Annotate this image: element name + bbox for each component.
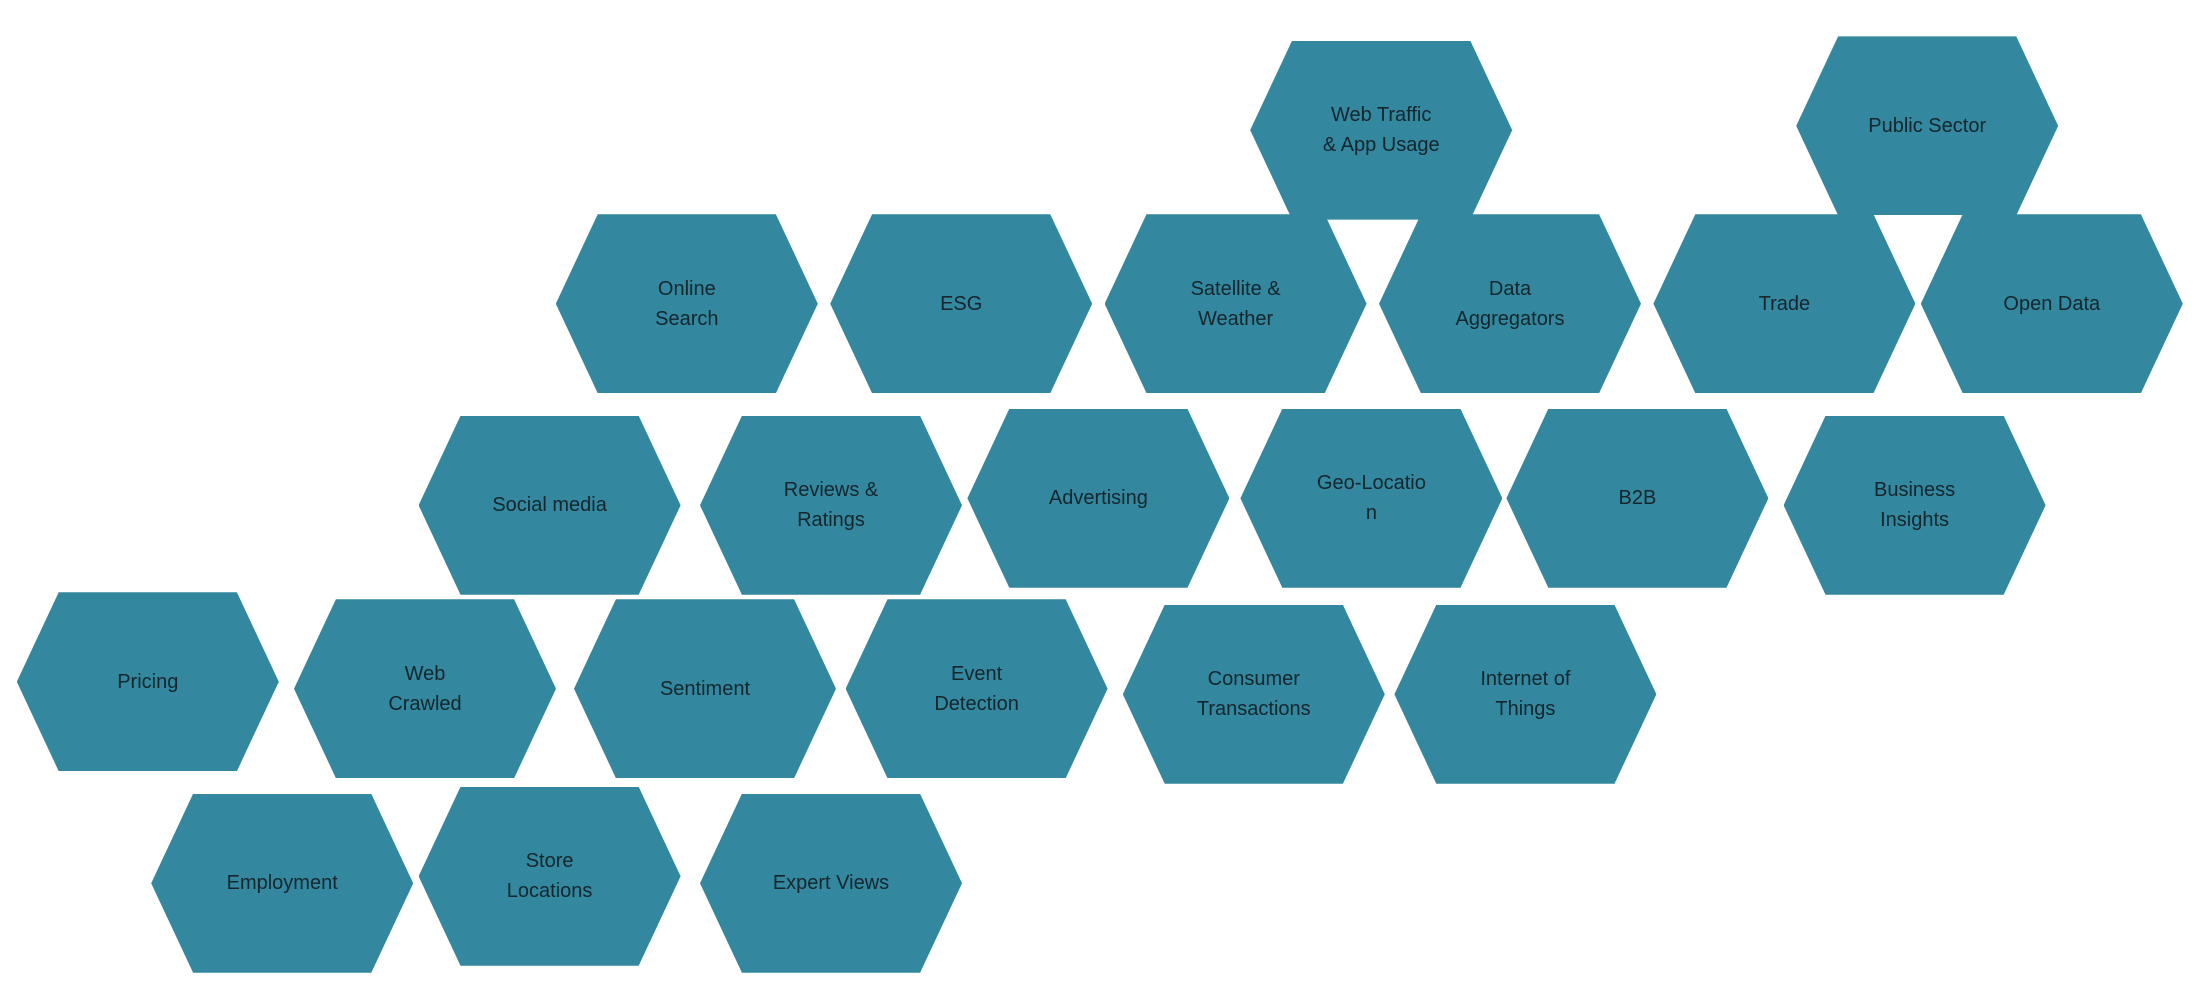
hexagon-label: Internet of Things (1480, 668, 1571, 721)
hexagon-web-traffic-app-usage: Web Traffic & App Usage (1250, 40, 1513, 220)
hexagon-trade: Trade (1653, 214, 1916, 394)
hexagon-label: Web Traffic & App Usage (1322, 104, 1440, 157)
hexagon-label: Public Sector (1868, 114, 1987, 137)
hexagon-business-insights: Business Insights (1783, 415, 2046, 595)
hexagon-sentiment: Sentiment (574, 599, 836, 779)
hexagon-label: Consumer Transactions (1196, 668, 1311, 721)
hexagon-satellite-weather: Satellite & Weather (1104, 214, 1367, 394)
hexagon-consumer-transactions: Consumer Transactions (1122, 604, 1385, 784)
hexagon-label: Online Search (655, 277, 719, 330)
hexagon-label: Trade (1758, 292, 1811, 315)
hexagon-online-search: Online Search (555, 214, 818, 394)
hexagon-label: Reviews & Ratings (783, 479, 879, 532)
hexagon-web-crawled: Web Crawled (294, 599, 556, 779)
hexagon-data-aggregators: Data Aggregators (1379, 214, 1641, 394)
hexagon-label: Expert Views (772, 872, 890, 895)
hexagon-store-locations: Store Locations (418, 786, 681, 966)
hexagon-label: Data Aggregators (1455, 277, 1565, 330)
hexagon-public-sector: Public Sector (1796, 36, 2059, 216)
hexagon-pricing: Pricing (16, 592, 279, 772)
hexagon-internet-of-things: Internet of Things (1394, 604, 1657, 784)
hexagon-label: Business Insights (1874, 479, 1956, 532)
hexagon-social-media: Social media (418, 415, 681, 595)
hexagon-label: B2B (1618, 487, 1657, 510)
hexagon-esg: ESG (830, 214, 1093, 394)
hexagon-advertising: Advertising (967, 408, 1230, 588)
hexagon-label: Employment (226, 872, 338, 895)
hexagon-label: Satellite & Weather (1190, 277, 1281, 330)
hexagon-event-detection: Event Detection (845, 599, 1108, 779)
hexagon-employment: Employment (151, 793, 414, 973)
hexagon-label: Sentiment (659, 677, 751, 700)
hexagon-label: Social media (492, 494, 607, 517)
hexagon-geo-locatio-n: Geo-Locatio n (1240, 408, 1503, 588)
hexagon-expert-views: Expert Views (700, 793, 962, 973)
hexagon-label: Store Locations (506, 850, 593, 903)
hexagon-b2b: B2B (1506, 408, 1769, 588)
hexagon-label: ESG (940, 292, 983, 315)
hexagon-label: Event Detection (934, 662, 1019, 715)
hexagon-label: Open Data (2003, 292, 2101, 315)
hexagon-open-data: Open Data (1920, 214, 2183, 394)
hexagon-label: Advertising (1048, 487, 1148, 510)
hexagon-reviews-ratings: Reviews & Ratings (700, 415, 962, 595)
hexagon-label: Geo-Locatio n (1316, 472, 1426, 525)
hexagon-label: Pricing (117, 670, 179, 693)
hexagon-label: Web Crawled (388, 662, 462, 715)
